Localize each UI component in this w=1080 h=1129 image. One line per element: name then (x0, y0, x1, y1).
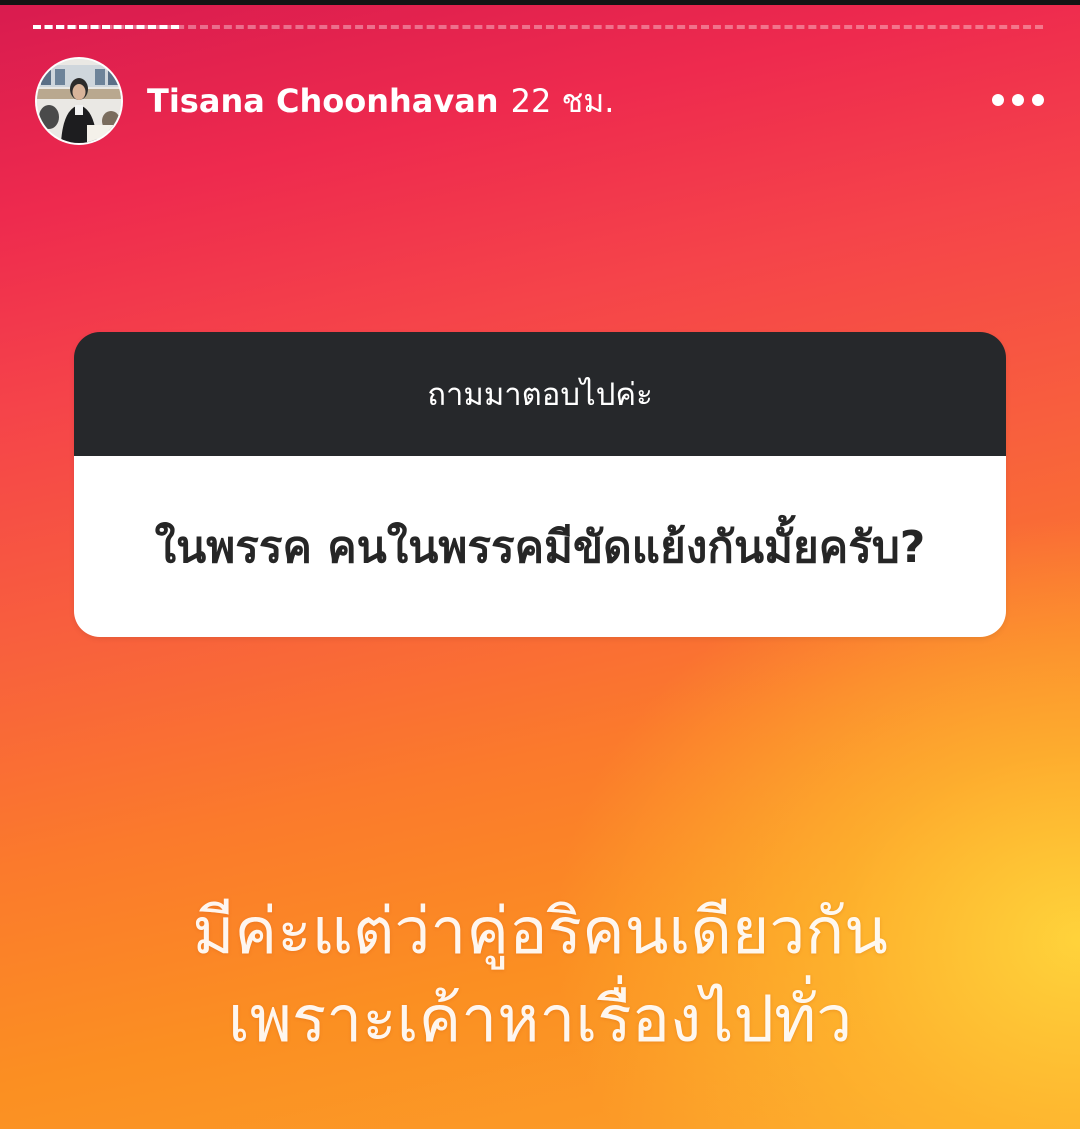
story-viewer[interactable]: Tisana Choonhavan 22 ชม. ถามมาตอบไปค่ะ ใ… (0, 0, 1080, 1129)
answer-line: มีค่ะแต่ว่าคู่อริคนเดียวกัน (192, 895, 888, 969)
post-time: 22 ชม. (510, 81, 615, 120)
avatar[interactable] (35, 57, 123, 145)
question-sticker[interactable]: ถามมาตอบไปค่ะ ในพรรค คนในพรรคมีขัดแย้งกั… (74, 332, 1006, 637)
avatar-photo (37, 59, 121, 143)
more-icon-dot (1012, 94, 1024, 106)
answer-text: มีค่ะแต่ว่าคู่อริคนเดียวกัน เพราะเค้าหาเ… (40, 888, 1040, 1064)
question-sticker-text: ในพรรค คนในพรรคมีขัดแย้งกันมั้ยครับ? (74, 456, 1006, 637)
more-options-button[interactable] (992, 88, 1044, 112)
more-horizontal-icon (992, 94, 1004, 106)
status-bar-edge (0, 0, 1080, 5)
story-progress-track (33, 25, 1043, 29)
more-icon-dot (1032, 94, 1044, 106)
author-name[interactable]: Tisana Choonhavan (147, 82, 499, 120)
story-header: Tisana Choonhavan 22 ชม. (35, 55, 614, 147)
answer-line: เพราะเค้าหาเรื่องไปทั่ว (227, 983, 853, 1057)
question-sticker-prompt: ถามมาตอบไปค่ะ (74, 332, 1006, 456)
story-progress-fill (33, 25, 180, 29)
